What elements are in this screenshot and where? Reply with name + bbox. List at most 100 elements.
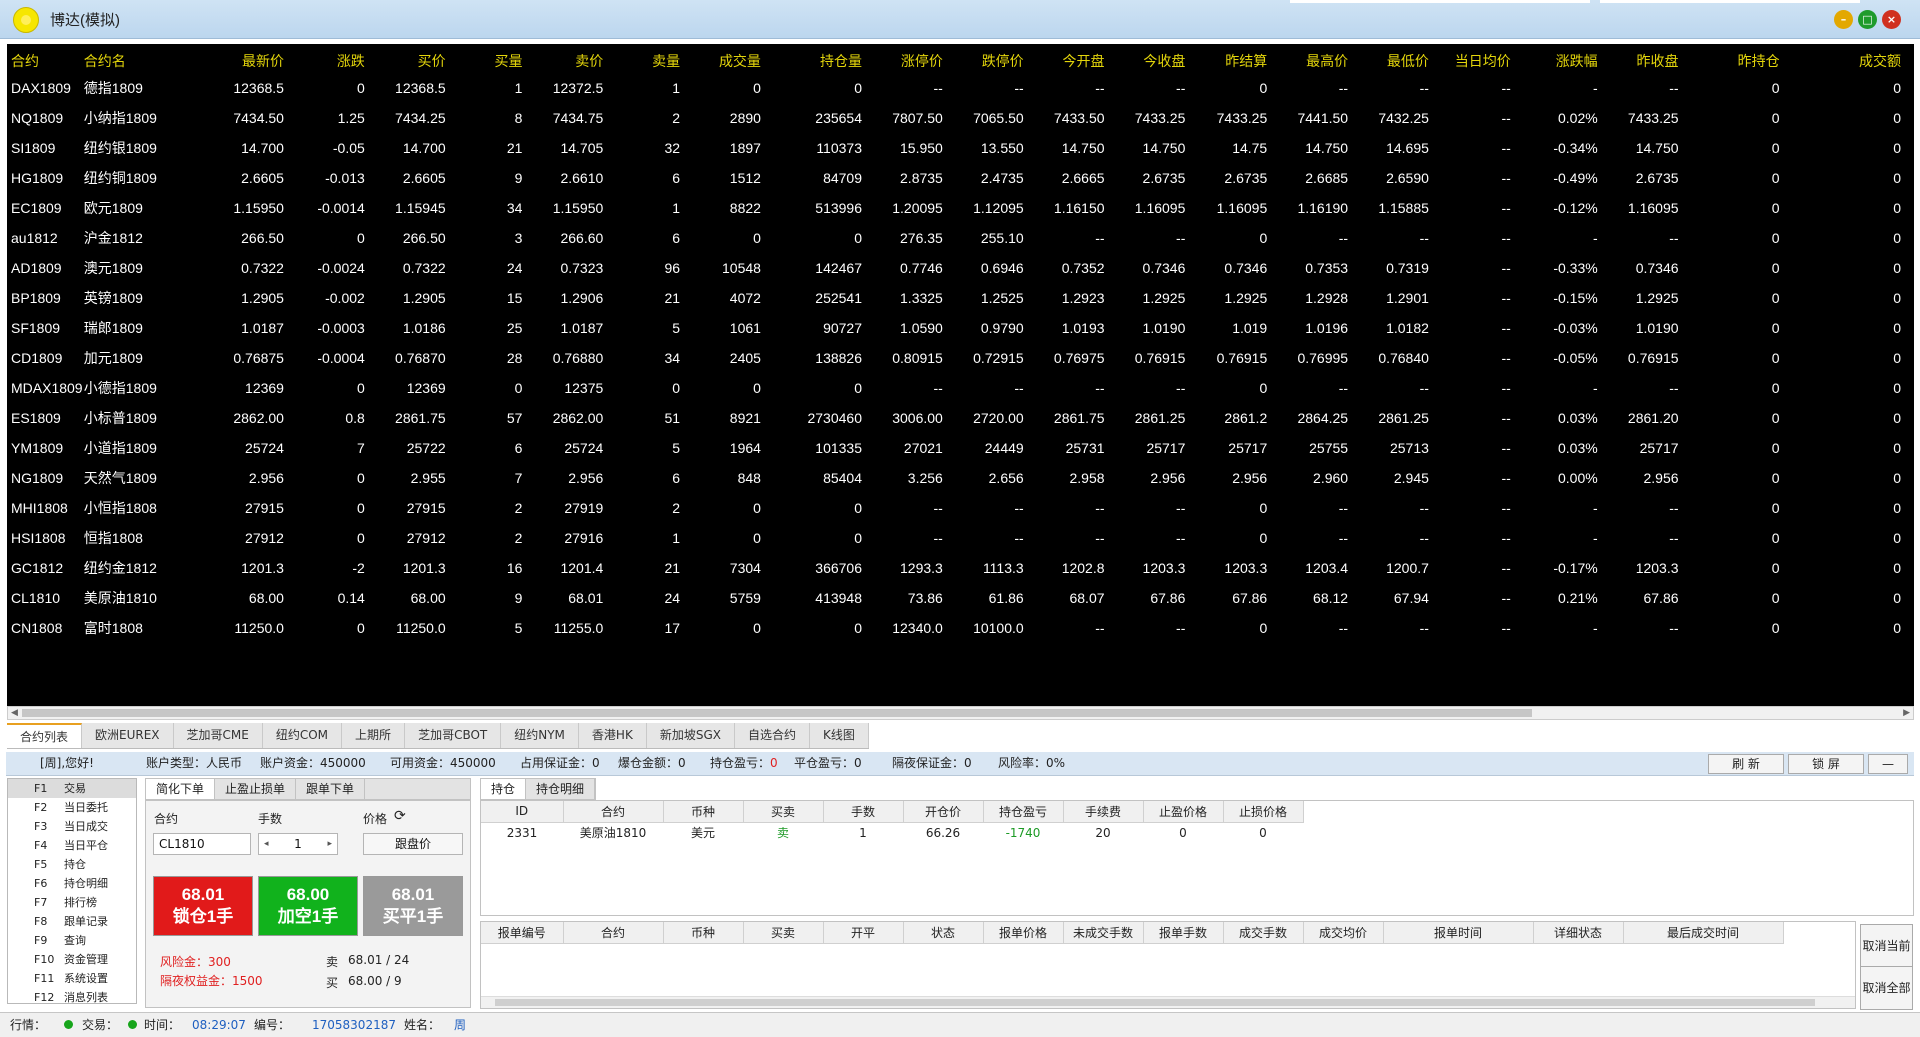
lock-screen-button[interactable]: 锁 屏: [1788, 754, 1864, 774]
quote-col-header[interactable]: 涨跌: [290, 48, 371, 73]
function-key-item[interactable]: F7 排行榜: [8, 893, 136, 912]
quote-col-header[interactable]: 持仓量: [767, 48, 868, 73]
quote-col-header[interactable]: 涨跌幅: [1517, 48, 1604, 73]
market-tab[interactable]: 自选合约: [735, 723, 810, 748]
positions-col-header[interactable]: 手数: [823, 801, 904, 823]
orders-col-header[interactable]: 成交手数: [1223, 922, 1304, 944]
lock-position-button[interactable]: 68.01 锁仓1手: [153, 876, 253, 936]
quote-col-header[interactable]: 当日均价: [1435, 48, 1517, 73]
orders-col-header[interactable]: 开平: [823, 922, 904, 944]
orders-col-header[interactable]: 报单价格: [983, 922, 1064, 944]
cancel-current-button[interactable]: 取消当前: [1860, 924, 1913, 968]
scrollbar-thumb[interactable]: [22, 709, 1532, 717]
collapse-icon[interactable]: —: [1868, 754, 1908, 774]
quote-col-header[interactable]: 今收盘: [1111, 48, 1192, 73]
positions-col-header[interactable]: 止损价格: [1223, 801, 1304, 823]
orders-col-header[interactable]: 状态: [903, 922, 984, 944]
close-icon[interactable]: ×: [1882, 10, 1901, 29]
quote-col-header[interactable]: 成交量: [686, 48, 767, 73]
qty-decrease-icon[interactable]: ◂: [264, 834, 269, 854]
market-tab[interactable]: 纽约COM: [263, 723, 343, 748]
scroll-left-icon[interactable]: ◀: [11, 707, 18, 719]
positions-col-header[interactable]: 开仓价: [903, 801, 984, 823]
quote-col-header[interactable]: 涨停价: [868, 48, 949, 73]
refresh-price-icon[interactable]: ⟳: [394, 808, 406, 824]
quote-col-header[interactable]: 昨结算: [1191, 48, 1273, 73]
tab-stop-order[interactable]: 止盈止损单: [215, 779, 297, 799]
minimize-icon[interactable]: –: [1834, 10, 1853, 29]
refresh-button[interactable]: 刷 新: [1708, 754, 1784, 774]
quote-row[interactable]: NQ1809 小纳指1809 7434.50 1.25 7434.25 8 7434.75 2…: [7, 103, 1907, 133]
quote-row[interactable]: BP1809 英镑1809 1.2905 -0.002 1.2905 15 1.2906 21…: [7, 283, 1907, 313]
quote-row[interactable]: AD1809 澳元1809 0.7322 -0.0024 0.7322 24 0.7323 9…: [7, 253, 1907, 283]
qty-stepper[interactable]: ◂ 1 ▸: [258, 833, 338, 855]
market-tab[interactable]: 上期所: [342, 723, 406, 748]
orders-col-header[interactable]: 未成交手数: [1063, 922, 1144, 944]
orders-scrollbar-thumb[interactable]: [495, 999, 1815, 1006]
quote-col-header[interactable]: 最低价: [1354, 48, 1435, 73]
function-key-item[interactable]: F6 持仓明细: [8, 874, 136, 893]
function-key-item[interactable]: F12 消息列表: [8, 988, 136, 1007]
contract-input[interactable]: CL1810: [153, 833, 251, 855]
quote-row[interactable]: GC1812 纽约金1812 1201.3 -2 1201.3 16 1201.4 21 730…: [7, 553, 1907, 583]
quote-row[interactable]: au1812 沪金1812 266.50 0 266.50 3 266.60 6 0 0 276.3…: [7, 223, 1907, 253]
quote-row[interactable]: HG1809 纽约铜1809 2.6605 -0.013 2.6605 9 2.6610 6 1…: [7, 163, 1907, 193]
quote-row[interactable]: CL1810 美原油1810 68.00 0.14 68.00 9 68.01 24 5759 4…: [7, 583, 1907, 613]
quote-row[interactable]: CD1809 加元1809 0.76875 -0.0004 0.76870 28 0.768…: [7, 343, 1907, 373]
positions-col-header[interactable]: 合约: [563, 801, 664, 823]
orders-col-header[interactable]: 买卖: [743, 922, 824, 944]
quote-row[interactable]: NG1809 天然气1809 2.956 0 2.955 7 2.956 6 848 85404 3…: [7, 463, 1907, 493]
quote-col-header[interactable]: 合约: [7, 48, 80, 73]
quote-col-header[interactable]: 成交额: [1786, 48, 1907, 73]
orders-col-header[interactable]: 最后成交时间: [1623, 922, 1784, 944]
quote-row[interactable]: HSI1808 恒指1808 27912 0 27912 2 27916 1 0 0 -- -- -- -…: [7, 523, 1907, 553]
orders-col-header[interactable]: 报单编号: [481, 922, 564, 944]
quote-horizontal-scrollbar[interactable]: ◀ ▶: [7, 706, 1914, 720]
function-key-item[interactable]: F2 当日委托: [8, 798, 136, 817]
quote-row[interactable]: MHI1808 小恒指1808 27915 0 27915 2 27919 2 0 0 -- -- --…: [7, 493, 1907, 523]
quote-row[interactable]: SF1809 瑞郎1809 1.0187 -0.0003 1.0186 25 1.0187 5…: [7, 313, 1907, 343]
positions-col-header[interactable]: 买卖: [743, 801, 824, 823]
quote-row[interactable]: EC1809 欧元1809 1.15950 -0.0014 1.15945 34 1.159…: [7, 193, 1907, 223]
quote-col-header[interactable]: 跌停价: [949, 48, 1030, 73]
quote-col-header[interactable]: 昨持仓: [1685, 48, 1786, 73]
positions-col-header[interactable]: 持仓盈亏: [983, 801, 1064, 823]
quote-col-header[interactable]: 买量: [452, 48, 529, 73]
function-key-item[interactable]: F3 当日成交: [8, 817, 136, 836]
scroll-right-icon[interactable]: ▶: [1903, 707, 1910, 719]
quote-row[interactable]: ES1809 小标普1809 2862.00 0.8 2861.75 57 2862.00 5…: [7, 403, 1907, 433]
price-mode-select[interactable]: 跟盘价: [363, 833, 463, 855]
quote-col-header[interactable]: 最新价: [199, 48, 290, 73]
maximize-icon[interactable]: □: [1858, 10, 1877, 29]
orders-col-header[interactable]: 成交均价: [1303, 922, 1384, 944]
positions-col-header[interactable]: 币种: [663, 801, 744, 823]
function-key-item[interactable]: F5 持仓: [8, 855, 136, 874]
tab-positions[interactable]: 持仓: [481, 779, 527, 799]
orders-col-header[interactable]: 详细状态: [1533, 922, 1624, 944]
quote-col-header[interactable]: 合约名: [80, 48, 199, 73]
market-tab[interactable]: 纽约NYM: [501, 723, 579, 748]
positions-col-header[interactable]: 止盈价格: [1143, 801, 1224, 823]
quote-col-header[interactable]: 昨收盘: [1604, 48, 1685, 73]
function-key-item[interactable]: F4 当日平仓: [8, 836, 136, 855]
market-tab[interactable]: 新加坡SGX: [647, 723, 735, 748]
function-key-item[interactable]: F11 系统设置: [8, 969, 136, 988]
market-tab[interactable]: 欧洲EUREX: [82, 723, 174, 748]
orders-col-header[interactable]: 币种: [663, 922, 744, 944]
function-key-item[interactable]: F8 跟单记录: [8, 912, 136, 931]
tab-simple-order[interactable]: 简化下单: [146, 779, 216, 799]
function-key-item[interactable]: F1 交易: [8, 779, 136, 798]
quote-col-header[interactable]: 最高价: [1273, 48, 1354, 73]
add-short-button[interactable]: 68.00 加空1手: [258, 876, 358, 936]
quote-row[interactable]: MDAX1809 小德指1809 12369 0 12369 0 12375 0 0 0 -- -- -…: [7, 373, 1907, 403]
quote-row[interactable]: YM1809 小道指1809 25724 7 25722 6 25724 5 1964 10133…: [7, 433, 1907, 463]
position-row[interactable]: 2331 美原油1810 美元 卖 1 66.26 -1740 20 0 0: [481, 822, 1303, 843]
buy-close-button[interactable]: 68.01 买平1手: [363, 876, 463, 936]
quote-col-header[interactable]: 卖价: [528, 48, 609, 73]
orders-scrollbar[interactable]: [481, 996, 1855, 1008]
function-key-item[interactable]: F9 查询: [8, 931, 136, 950]
tab-position-details[interactable]: 持仓明细: [526, 779, 596, 799]
market-tab[interactable]: 芝加哥CME: [174, 723, 263, 748]
cancel-all-button[interactable]: 取消全部: [1860, 966, 1913, 1010]
positions-col-header[interactable]: ID: [481, 801, 564, 823]
